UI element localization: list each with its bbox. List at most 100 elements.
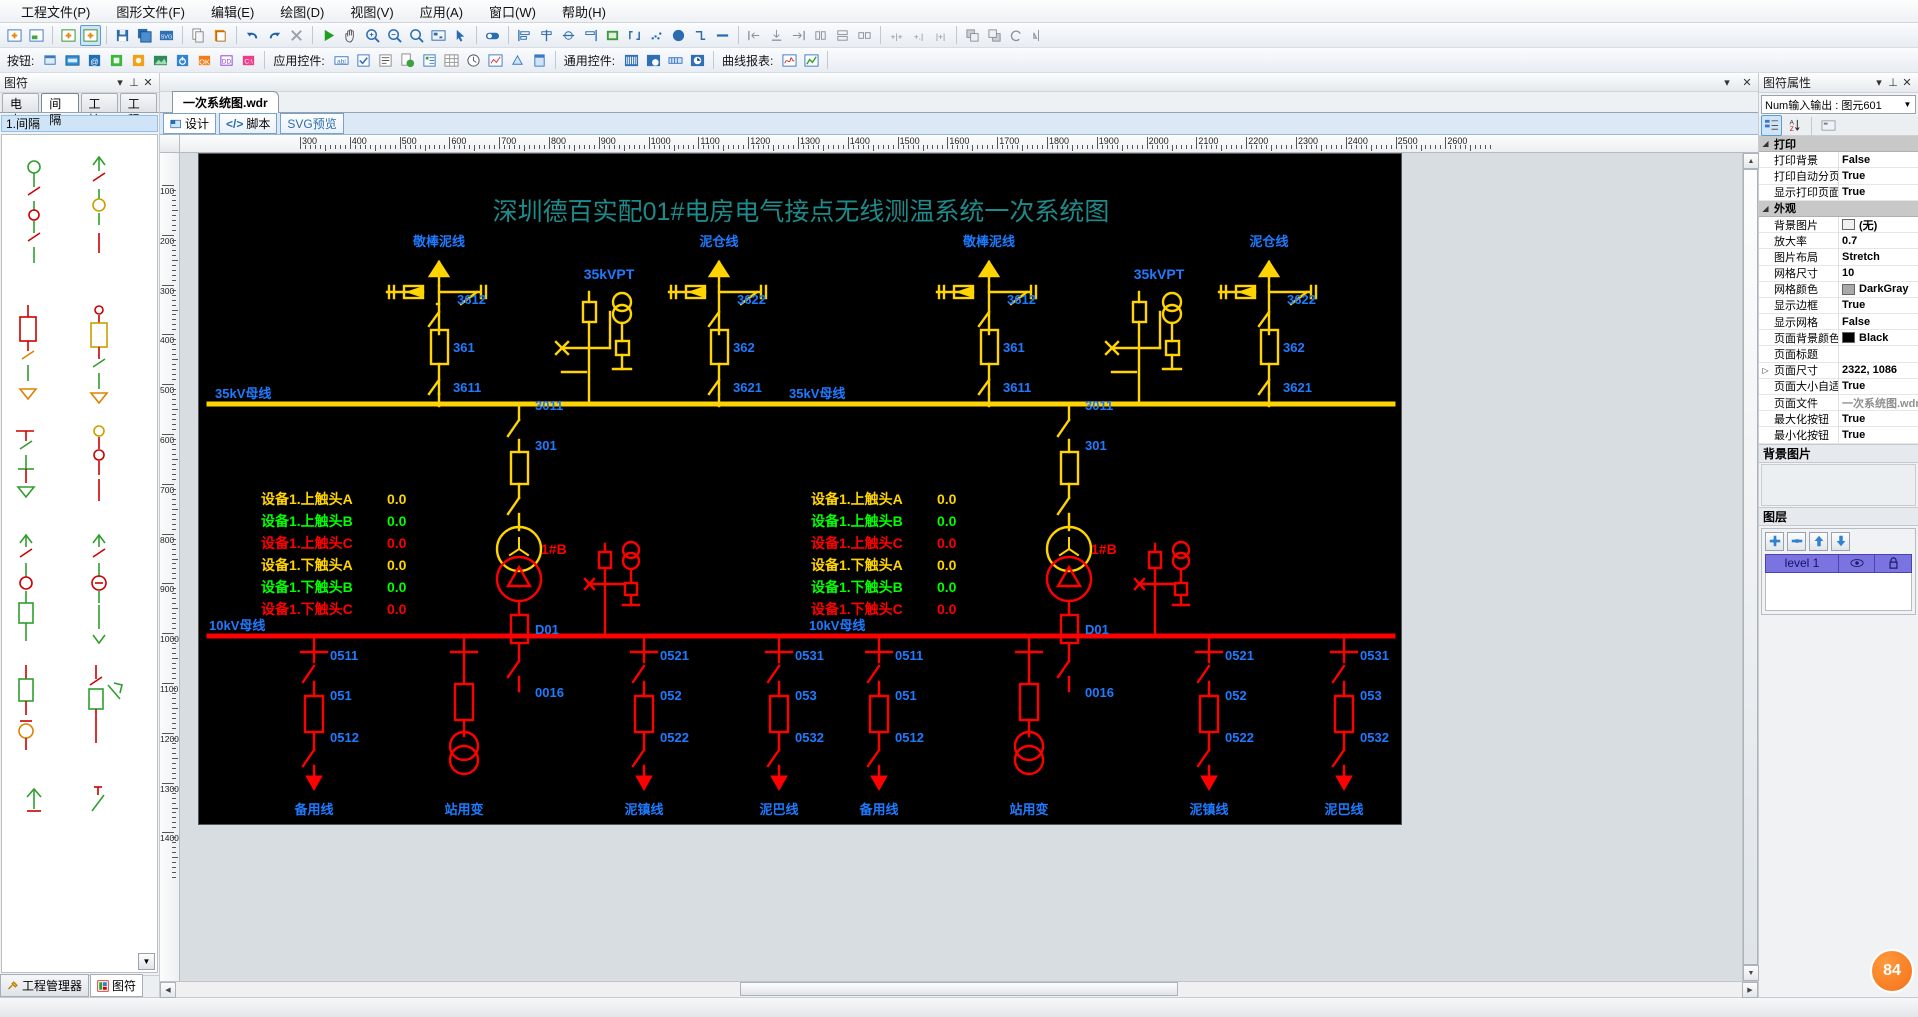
menu-item-view[interactable]: 视图(V) [337, 0, 406, 24]
redo-icon[interactable] [264, 25, 285, 46]
property-value[interactable]: DarkGray [1839, 283, 1918, 295]
menu-item-graphic-file[interactable]: 图形文件(F) [103, 0, 198, 24]
property-value[interactable]: 一次系统图.wdr [1839, 395, 1918, 411]
group-expander-icon[interactable]: ◢ [1759, 139, 1772, 148]
horizontal-ruler[interactable]: 300 400 500 600 700 800 900 1000 1100 1200 1300 140… [180, 135, 1758, 153]
remove-layer-icon[interactable] [1787, 531, 1806, 551]
property-value[interactable]: True [1839, 186, 1918, 198]
property-value[interactable]: False [1839, 154, 1918, 166]
property-value[interactable]: True [1839, 299, 1918, 311]
property-row[interactable]: 显示打印页面 True [1759, 184, 1918, 201]
props-chevron-down-icon[interactable]: ▾ [1872, 76, 1886, 90]
send-back-icon[interactable] [984, 25, 1005, 46]
close-icon[interactable]: ✕ [141, 76, 155, 90]
property-value[interactable]: False [1839, 316, 1918, 328]
property-value[interactable]: True [1839, 429, 1918, 441]
button-at-icon[interactable]: @ [84, 50, 105, 71]
line-icon[interactable] [712, 25, 733, 46]
chevron-down-icon[interactable]: ▾ [113, 76, 127, 90]
properties-table[interactable]: ◢ 打印 打印背景 False 打印自动分页 True 显示打印页面 True ◢ 外观 背景图片(… [1759, 136, 1918, 444]
categorized-view-icon[interactable] [1761, 115, 1782, 136]
lock-icon[interactable] [1875, 555, 1911, 572]
property-pages-icon[interactable] [1818, 115, 1839, 136]
view-tab-svg-preview[interactable]: SVG预览 [280, 113, 344, 134]
eye-icon[interactable] [1839, 554, 1875, 572]
property-value[interactable]: True [1839, 413, 1918, 425]
move-layer-up-icon[interactable] [1809, 531, 1828, 551]
tab-project[interactable]: 工程 [119, 93, 157, 127]
new-window-icon[interactable] [26, 25, 47, 46]
menu-item-draw[interactable]: 绘图(D) [267, 0, 337, 24]
vertical-ruler[interactable]: 100 200 300 400 500 600 700 800 900 1000 1100 1200 1… [160, 153, 180, 981]
button-green-icon[interactable] [106, 50, 127, 71]
document-tab[interactable]: 一次系统图.wdr [172, 91, 279, 113]
delete-icon[interactable] [286, 25, 307, 46]
toggle-icon[interactable] [482, 25, 503, 46]
canvas-horizontal-scrollbar[interactable]: ◀ ▶ [160, 981, 1758, 998]
same-height-icon[interactable] [832, 25, 853, 46]
symbol-grid-scroll-down-button[interactable]: ▼ [138, 953, 155, 970]
property-row[interactable]: 放大率 0.7 [1759, 232, 1918, 250]
group-expander-icon[interactable]: ◢ [1759, 204, 1772, 213]
tree-control-icon[interactable] [419, 50, 440, 71]
curve-icon[interactable] [779, 50, 800, 71]
menu-item-application[interactable]: 应用(A) [407, 0, 476, 24]
zoom-out-icon[interactable] [384, 25, 405, 46]
shape-fill-icon[interactable] [668, 25, 689, 46]
report-icon[interactable] [801, 50, 822, 71]
property-row[interactable]: 显示网格 False [1759, 313, 1918, 331]
move-layer-down-icon[interactable] [1831, 531, 1850, 551]
bgimage-preview-box[interactable] [1761, 463, 1916, 506]
align-right-icon[interactable] [580, 25, 601, 46]
web-control-icon[interactable] [397, 50, 418, 71]
button-window-icon[interactable] [40, 50, 61, 71]
property-row[interactable]: 页面文件 一次系统图.wdr [1759, 394, 1918, 412]
view-tab-design[interactable]: 设计 [163, 113, 217, 134]
align-left-icon[interactable] [514, 25, 535, 46]
chart-control-icon[interactable] [485, 50, 506, 71]
grid-control-icon[interactable] [441, 50, 462, 71]
symbol-grid[interactable]: ▼ [1, 134, 158, 973]
undo-icon[interactable] [242, 25, 263, 46]
property-row[interactable]: 最大化按钮 True [1759, 410, 1918, 428]
status-badge[interactable]: 84 [1870, 949, 1914, 993]
property-value[interactable]: True [1839, 170, 1918, 182]
ungroup-icon[interactable] [624, 25, 645, 46]
property-row[interactable]: 页面背景颜色 Black [1759, 329, 1918, 347]
alphabetical-sort-icon[interactable]: AZ [1784, 115, 1805, 136]
increase-spacing-icon[interactable]: +|+ [886, 25, 907, 46]
doc-chevron-down-icon[interactable]: ▾ [1720, 75, 1734, 89]
decrease-spacing-icon[interactable]: +.| [908, 25, 929, 46]
zoom-in-icon[interactable] [362, 25, 383, 46]
property-row[interactable]: 最小化按钮 True [1759, 426, 1918, 444]
save-all-icon[interactable] [134, 25, 155, 46]
props-pin-icon[interactable]: ⊥ [1886, 76, 1900, 90]
paste-icon[interactable] [210, 25, 231, 46]
doc-close-icon[interactable]: ✕ [1740, 75, 1754, 89]
distribute-left-icon[interactable] [744, 25, 765, 46]
menu-item-edit[interactable]: 编辑(E) [198, 0, 267, 24]
zoom-actual-icon[interactable] [406, 25, 427, 46]
tree-item-bay[interactable]: 1.间隔 [1, 115, 158, 132]
same-width-icon[interactable] [810, 25, 831, 46]
property-row[interactable]: 打印背景 False [1759, 151, 1918, 169]
panel-control-icon[interactable] [529, 50, 550, 71]
export-svg-icon[interactable]: SVG [156, 25, 177, 46]
checkbox-control-icon[interactable] [353, 50, 374, 71]
align-center-icon[interactable] [536, 25, 557, 46]
property-row[interactable]: 背景图片 (无) [1759, 216, 1918, 234]
distribute-down-icon[interactable] [766, 25, 787, 46]
gauge-control-icon[interactable] [507, 50, 528, 71]
copy-icon[interactable] [188, 25, 209, 46]
scatter-icon[interactable] [646, 25, 667, 46]
tab-bay[interactable]: 间隔 [41, 93, 79, 127]
diagram-canvas[interactable]: 深圳德百实配01#电房电气接点无线测温系统一次系统图 3612 361 3611… [198, 153, 1402, 825]
add-element-icon[interactable] [58, 25, 79, 46]
row-expander-icon[interactable]: ▷ [1759, 366, 1772, 375]
menu-item-project-file[interactable]: 工程文件(P) [8, 0, 103, 24]
label-control-icon[interactable]: ab| [331, 50, 352, 71]
property-row[interactable]: 打印自动分页 True [1759, 167, 1918, 185]
scroll-up-button[interactable]: ▲ [1743, 153, 1759, 169]
dial-control-icon[interactable] [687, 50, 708, 71]
tab-project-manager[interactable]: 工程管理器 [0, 974, 90, 997]
